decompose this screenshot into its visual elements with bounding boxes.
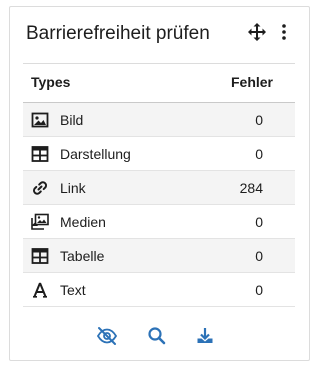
widget-title: Barrierefreiheit prüfen [26, 23, 210, 44]
row-error-count: 0 [255, 282, 263, 298]
table-body: Bild 0 Darstellung 0 Link 284 Medien 0 T… [23, 103, 295, 307]
row-label: Medien [60, 214, 106, 230]
row-label: Bild [60, 112, 84, 128]
layout-icon [31, 146, 49, 162]
text-icon [33, 282, 47, 298]
column-header-errors: Fehler [230, 74, 273, 90]
search-icon[interactable] [146, 325, 168, 347]
table-header: Types Fehler [23, 63, 295, 103]
row-error-count: 284 [239, 180, 263, 196]
results-table: Types Fehler Bild 0 Darstellung 0 Link 2… [23, 63, 295, 307]
table-row[interactable]: Link 284 [23, 171, 295, 205]
eye-slash-icon[interactable] [96, 325, 118, 347]
row-error-count: 0 [255, 112, 263, 128]
media-icon [31, 213, 49, 230]
table-row[interactable]: Text 0 [23, 273, 295, 307]
accessibility-check-widget: Barrierefreiheit prüfen Types Fehler Bil… [9, 6, 310, 361]
row-error-count: 0 [255, 248, 263, 264]
row-label: Link [60, 180, 86, 196]
row-label: Darstellung [60, 146, 131, 162]
table-row[interactable]: Bild 0 [23, 103, 295, 137]
widget-footer [10, 325, 309, 349]
table-icon [31, 248, 49, 264]
row-error-count: 0 [255, 146, 263, 162]
table-row[interactable]: Medien 0 [23, 205, 295, 239]
image-icon [31, 112, 49, 128]
row-label: Text [60, 282, 86, 298]
link-icon [33, 181, 47, 195]
row-label: Tabelle [60, 248, 105, 264]
vertical-ellipsis-icon[interactable] [280, 23, 288, 41]
table-row[interactable]: Darstellung 0 [23, 137, 295, 171]
move-arrows-icon[interactable] [248, 23, 266, 41]
download-icon[interactable] [194, 325, 216, 347]
row-error-count: 0 [255, 214, 263, 230]
column-header-types: Types [31, 74, 71, 90]
widget-header: Barrierefreiheit prüfen [10, 7, 309, 57]
table-row[interactable]: Tabelle 0 [23, 239, 295, 273]
